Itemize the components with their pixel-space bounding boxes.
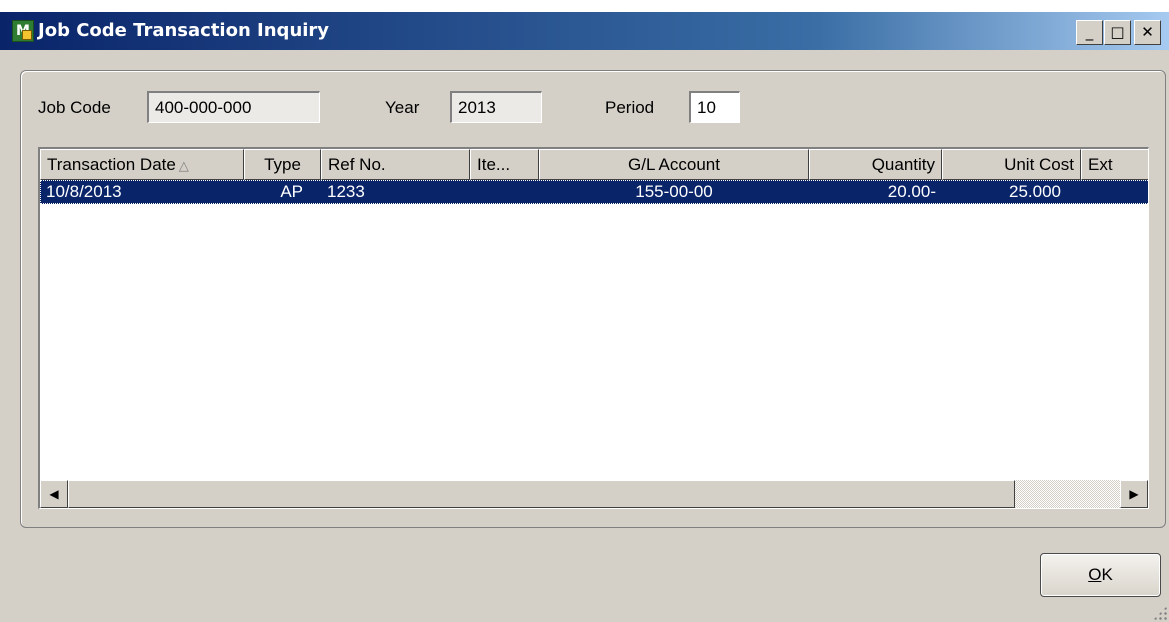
scroll-track[interactable] — [68, 480, 1120, 508]
column-header-ref-no[interactable]: Ref No. — [321, 149, 470, 180]
scroll-right-button[interactable]: ▶ — [1120, 480, 1148, 508]
minimize-button[interactable]: _ — [1076, 20, 1103, 45]
sort-ascending-icon: △ — [178, 158, 189, 173]
cell-transaction-date: 10/8/2013 — [46, 182, 122, 201]
column-header-gl-account[interactable]: G/L Account — [539, 149, 809, 180]
table-row[interactable]: 10/8/2013 AP 1233 155-00-00 20.00- 25.00… — [40, 180, 1148, 204]
scroll-thumb[interactable] — [68, 480, 1015, 508]
job-code-label: Job Code — [38, 98, 111, 117]
year-field[interactable] — [450, 91, 542, 123]
ok-mnemonic: O — [1088, 565, 1102, 584]
close-button[interactable]: ✕ — [1134, 20, 1161, 45]
scroll-left-button[interactable]: ◀ — [40, 480, 68, 508]
column-header-transaction-date[interactable]: Transaction Date △ — [40, 149, 244, 180]
window-title: Job Code Transaction Inquiry — [38, 20, 330, 41]
cell-ref-no: 1233 — [327, 182, 365, 201]
column-header-item[interactable]: Ite... — [470, 149, 539, 180]
cell-gl-account: 155-00-00 — [635, 182, 713, 201]
horizontal-scrollbar[interactable]: ◀ ▶ — [40, 480, 1148, 508]
cell-ext — [1081, 180, 1148, 204]
cell-unit-cost: 25.000 — [1009, 182, 1061, 201]
app-icon: M — [12, 20, 34, 42]
cell-item — [470, 180, 539, 204]
period-field[interactable] — [689, 91, 740, 123]
transactions-grid[interactable]: Transaction Date △ Type Ref No. Ite... G/… — [38, 147, 1149, 509]
ok-label-rest: K — [1101, 565, 1113, 584]
title-bar[interactable]: M Job Code Transaction Inquiry _ □ ✕ — [0, 12, 1169, 50]
column-header-label: Transaction Date — [47, 155, 176, 174]
column-header-unit-cost[interactable]: Unit Cost — [942, 149, 1081, 180]
grid-header: Transaction Date △ Type Ref No. Ite... G/… — [40, 149, 1148, 180]
resize-grip-icon[interactable] — [1153, 606, 1167, 620]
column-header-ext[interactable]: Ext — [1081, 149, 1148, 180]
maximize-button[interactable]: □ — [1104, 20, 1131, 45]
column-header-quantity[interactable]: Quantity — [809, 149, 942, 180]
job-code-transaction-inquiry-window: M Job Code Transaction Inquiry _ □ ✕ Job… — [0, 12, 1169, 622]
year-label: Year — [385, 98, 420, 117]
column-header-type[interactable]: Type — [244, 149, 321, 180]
ok-button[interactable]: OK — [1040, 553, 1161, 597]
period-label: Period — [605, 98, 655, 117]
cell-quantity: 20.00- — [887, 182, 936, 201]
cell-type: AP — [280, 182, 303, 201]
job-code-field[interactable] — [147, 91, 320, 123]
